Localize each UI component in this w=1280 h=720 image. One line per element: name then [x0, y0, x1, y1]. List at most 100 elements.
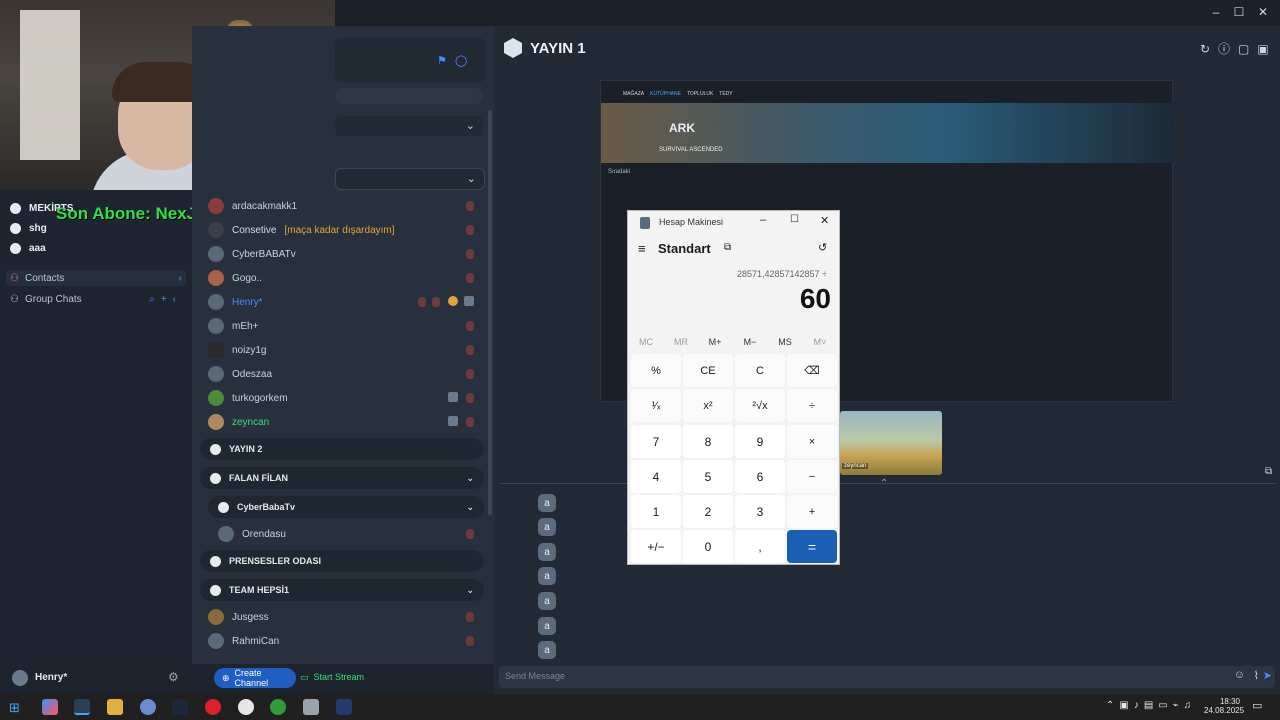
decimal-button[interactable]: ,	[735, 530, 785, 563]
xbox-icon[interactable]	[270, 699, 286, 715]
user-row[interactable]: turkogorkem	[208, 388, 478, 408]
menu-icon[interactable]: ≡	[638, 241, 646, 256]
chat-bubble[interactable]: a	[538, 641, 556, 659]
maximize-icon[interactable]: ☐	[790, 214, 799, 225]
user-row[interactable]: Odeszaa	[208, 364, 478, 384]
memory-add-button[interactable]: M+	[700, 337, 730, 347]
memory-recall-button[interactable]: MR	[666, 337, 696, 347]
steam-icon[interactable]	[172, 699, 188, 715]
server-item-shg[interactable]: shg	[10, 219, 47, 237]
digit-6-button[interactable]: 6	[735, 460, 785, 493]
windows-start-icon[interactable]: ⊞	[9, 700, 20, 716]
negate-button[interactable]: +/−	[631, 530, 681, 563]
digit-8-button[interactable]: 8	[683, 425, 733, 458]
minimize-icon[interactable]: –	[1209, 5, 1223, 19]
chevron-up-icon[interactable]: ⌃	[880, 478, 888, 489]
history-icon[interactable]: ↺	[818, 241, 827, 254]
chevron-down-icon[interactable]: ⌄	[466, 585, 474, 596]
channel-yayin2[interactable]: YAYIN 2	[200, 438, 484, 460]
digit-3-button[interactable]: 3	[735, 495, 785, 528]
user-row[interactable]: Henry*	[208, 292, 478, 312]
minimize-icon[interactable]: –	[760, 214, 766, 226]
user-row[interactable]: zeyncan	[208, 412, 478, 432]
chevron-left-icon[interactable]: ‹	[179, 273, 182, 284]
channel-falan-filan[interactable]: FALAN FİLAN ⌄	[200, 467, 484, 489]
user-row[interactable]: Orendasu	[218, 524, 478, 544]
memory-clear-button[interactable]: MC	[631, 337, 661, 347]
system-tray-icons[interactable]: ⌃▣♪▤▭⌁♫	[1106, 700, 1196, 711]
digit-7-button[interactable]: 7	[631, 425, 681, 458]
chat-bubble[interactable]: a	[538, 494, 556, 512]
popout-icon[interactable]: ⧉	[1265, 466, 1272, 477]
user-row[interactable]: RahmiCan	[208, 631, 478, 651]
calculator-taskbar-icon[interactable]	[74, 699, 90, 715]
user-row[interactable]: Consetive [maça kadar dışardayım]	[208, 220, 478, 240]
chevron-down-icon[interactable]: ⌄	[466, 473, 474, 484]
chevron-down-icon[interactable]: ⌄	[466, 119, 475, 132]
reciprocal-button[interactable]: ¹⁄ₓ	[631, 389, 681, 422]
file-explorer-icon[interactable]	[107, 699, 123, 715]
channel-team-hepsi1[interactable]: TEAM HEPSİ1 ⌄	[200, 579, 484, 601]
message-input[interactable]: Send Message ☺ ⌇ ➤	[499, 666, 1275, 688]
clock[interactable]: 18:30 24.08.2025	[1204, 697, 1244, 715]
server-item-aaa[interactable]: aaa	[10, 239, 46, 257]
attach-icon[interactable]: ⌇	[1254, 669, 1259, 682]
chat-icon[interactable]: ◯	[455, 54, 467, 67]
square-button[interactable]: x²	[683, 389, 733, 422]
user-row[interactable]: Gogo..	[208, 268, 478, 288]
add-button[interactable]: +	[787, 495, 837, 528]
contacts-item[interactable]: ⚇ Contacts ‹	[6, 270, 186, 286]
close-icon[interactable]: ✕	[820, 214, 829, 227]
app-icon[interactable]	[238, 699, 254, 715]
digit-9-button[interactable]: 9	[735, 425, 785, 458]
group-chats-item[interactable]: ⚇ Group Chats ⌕+‹	[6, 291, 186, 307]
send-icon[interactable]: ➤	[1263, 669, 1272, 682]
category-row-active[interactable]: ⌄	[335, 168, 485, 190]
maximize-icon[interactable]: ☐	[1232, 5, 1246, 19]
chat-bubble[interactable]: a	[538, 518, 556, 536]
digit-0-button[interactable]: 0	[683, 530, 733, 563]
equals-button[interactable]: =	[787, 530, 837, 563]
user-row[interactable]: CyberBABATv	[208, 244, 478, 264]
digit-2-button[interactable]: 2	[683, 495, 733, 528]
search-bar[interactable]	[335, 88, 483, 104]
category-row[interactable]: ⌄	[335, 116, 483, 136]
chevron-down-icon[interactable]: ⌄	[467, 172, 476, 185]
memory-subtract-button[interactable]: M−	[735, 337, 765, 347]
keep-on-top-icon[interactable]: ⧉	[724, 242, 731, 253]
chat-bubble[interactable]: a	[538, 567, 556, 585]
percent-button[interactable]: %	[631, 354, 681, 387]
subtract-button[interactable]: −	[787, 460, 837, 493]
start-stream-button[interactable]: ▭ Start Stream	[300, 672, 364, 683]
app-icon[interactable]	[303, 699, 319, 715]
digit-5-button[interactable]: 5	[683, 460, 733, 493]
sqrt-button[interactable]: ²√x	[735, 389, 785, 422]
multiply-button[interactable]: ×	[787, 425, 837, 458]
app-icon[interactable]	[336, 699, 352, 715]
create-channel-button[interactable]: ⊕ Create Channel	[214, 668, 296, 688]
chevron-down-icon[interactable]: ⌄	[466, 502, 474, 513]
digit-4-button[interactable]: 4	[631, 460, 681, 493]
divide-button[interactable]: ÷	[787, 389, 837, 422]
channel-cyberbabatv[interactable]: CyberBabaTv ⌄	[208, 496, 484, 518]
channel-prensesler[interactable]: PRENSESLER ODASI	[200, 550, 484, 572]
stream-toolbar-icons[interactable]: ↻ⓘ▢▣	[1200, 40, 1277, 57]
user-row[interactable]: ardacakmakk1	[208, 196, 478, 216]
copilot-icon[interactable]	[42, 699, 58, 715]
clear-entry-button[interactable]: CE	[683, 354, 733, 387]
chat-bubble[interactable]: a	[538, 592, 556, 610]
user-row[interactable]: noizy1g	[208, 340, 478, 360]
user-row[interactable]: mEh+	[208, 316, 478, 336]
chat-bubble[interactable]: a	[538, 543, 556, 561]
memory-store-button[interactable]: MS	[770, 337, 800, 347]
close-icon[interactable]: ✕	[1256, 5, 1270, 19]
backspace-button[interactable]: ⌫	[787, 354, 837, 387]
clear-button[interactable]: C	[735, 354, 785, 387]
digit-1-button[interactable]: 1	[631, 495, 681, 528]
user-row[interactable]: Jusgess	[208, 607, 478, 627]
chat-bubble[interactable]: a	[538, 617, 556, 635]
stream-thumbnail[interactable]: zeyncan	[840, 411, 942, 475]
bookmark-icon[interactable]: ⚑	[437, 54, 447, 67]
opera-icon[interactable]	[205, 699, 221, 715]
gear-icon[interactable]: ⚙	[168, 670, 179, 684]
